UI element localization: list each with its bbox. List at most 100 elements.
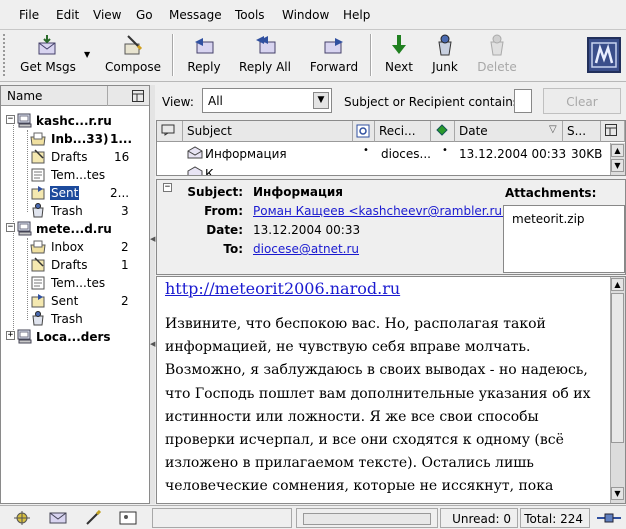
message-row[interactable]: Информация • dioces... • 13.12.2004 00:3…	[157, 144, 609, 162]
folder-count: 2...	[110, 186, 130, 200]
body-scrollbar[interactable]: ▲ ▼	[610, 277, 625, 503]
junk-icon	[438, 34, 452, 56]
clear-button[interactable]: Clear	[543, 88, 621, 114]
inbox-icon	[30, 132, 46, 146]
flag-column-header[interactable]	[431, 121, 455, 142]
folder-templates[interactable]: Tem...tes	[3, 166, 147, 184]
throbber-logo	[587, 37, 621, 73]
menu-help[interactable]: Help	[343, 8, 370, 22]
size-column-header[interactable]: S...	[563, 121, 601, 142]
view-label: View:	[162, 95, 194, 109]
junk-button[interactable]: Junk	[424, 32, 466, 78]
get-msgs-button[interactable]: Get Msgs	[14, 32, 82, 78]
compose-button[interactable]: Compose	[100, 32, 166, 78]
message-read-icon	[187, 166, 203, 175]
folder-name: Trash	[51, 312, 83, 326]
browser-icon[interactable]	[12, 510, 32, 526]
collapse-toggle-icon[interactable]: −	[6, 223, 15, 232]
date-label: Date:	[206, 223, 243, 237]
toolbar-separator	[370, 34, 372, 76]
templates-icon	[31, 276, 45, 290]
online-status-icon[interactable]	[596, 512, 622, 524]
column-picker-icon[interactable]	[132, 90, 144, 102]
menu-tools[interactable]: Tools	[235, 8, 265, 22]
menu-file[interactable]: File	[19, 8, 39, 22]
attachment-item[interactable]: meteorit.zip	[512, 212, 585, 226]
forward-button[interactable]: Forward	[305, 32, 363, 78]
scroll-up-icon[interactable]: ▲	[611, 144, 624, 157]
folder-trash[interactable]: Trash 3	[3, 202, 147, 220]
pane-splitter[interactable]: ◀ ◀	[150, 85, 155, 504]
folder-drafts[interactable]: Drafts 1	[3, 256, 147, 274]
collapse-toggle-icon[interactable]: −	[6, 115, 15, 124]
status-bar: Unread: 0 Total: 224	[0, 505, 626, 529]
menu-window[interactable]: Window	[282, 8, 329, 22]
from-value[interactable]: Роман Кащеев <kashcheevr@rambler.ru>	[253, 204, 512, 218]
folder-name: Drafts	[51, 258, 88, 272]
thread-column-header[interactable]	[157, 121, 183, 142]
folder-sent[interactable]: Sent 2...	[3, 184, 147, 202]
next-arrow-icon	[392, 35, 406, 54]
thread-scrollbar[interactable]: ▲ ▼	[610, 143, 625, 175]
next-button[interactable]: Next	[378, 32, 420, 78]
account-local-folders[interactable]: + Loca...ders	[3, 328, 147, 346]
scroll-thumb[interactable]	[611, 293, 624, 443]
reply-all-icon	[256, 36, 276, 54]
composer-icon[interactable]	[84, 510, 104, 526]
scroll-down-icon[interactable]: ▼	[611, 159, 624, 172]
scroll-up-icon[interactable]: ▲	[611, 278, 624, 291]
collapse-arrow-icon[interactable]: ◀	[150, 235, 155, 243]
folder-inbox[interactable]: Inbox 2	[3, 238, 147, 256]
menu-bar: File Edit View Go Message Tools Window H…	[0, 0, 626, 30]
view-select[interactable]: All ▼	[202, 88, 332, 113]
body-link[interactable]: http://meteorit2006.narod.ru	[165, 279, 400, 298]
menu-message[interactable]: Message	[169, 8, 222, 22]
account-meteorit[interactable]: − mete...d.ru	[3, 220, 147, 238]
local-folders-icon	[17, 329, 32, 344]
folder-count: 2	[121, 240, 129, 254]
reply-all-label: Reply All	[239, 60, 291, 74]
reply-button[interactable]: Reply	[180, 32, 228, 78]
chevron-down-icon[interactable]: ▼	[313, 92, 329, 109]
body-text: Извините, что беспокою вас. Но, располаг…	[165, 316, 591, 503]
menu-edit[interactable]: Edit	[56, 8, 79, 22]
folder-trash[interactable]: Trash	[3, 310, 147, 328]
account-kashcheev[interactable]: − kashc...r.ru	[3, 112, 147, 130]
message-row[interactable]: К...	[157, 164, 609, 175]
delete-button[interactable]: Delete	[474, 32, 520, 78]
recipient-column-header[interactable]: Reci...	[375, 121, 431, 142]
search-input[interactable]	[514, 89, 532, 113]
folder-templates[interactable]: Tem...tes	[3, 274, 147, 292]
progress-meter	[296, 508, 438, 528]
folder-drafts[interactable]: Drafts 16	[3, 148, 147, 166]
reply-all-button[interactable]: Reply All	[234, 32, 296, 78]
junk-label: Junk	[432, 60, 458, 74]
folder-inbox[interactable]: Inb...33) 1...	[3, 130, 147, 148]
menu-view[interactable]: View	[93, 8, 121, 22]
scroll-down-icon[interactable]: ▼	[611, 487, 624, 500]
next-label: Next	[385, 60, 413, 74]
get-msgs-dropdown-icon[interactable]: ▼	[84, 50, 90, 59]
date-column-header[interactable]: Date ▽	[455, 121, 563, 142]
collapse-arrow-icon[interactable]: ◀	[150, 340, 155, 348]
toolbar-grip[interactable]	[3, 34, 9, 76]
folder-name: Drafts	[51, 150, 88, 164]
address-book-icon[interactable]	[118, 510, 138, 526]
unread-count: Unread: 0	[440, 508, 518, 528]
folder-column-header[interactable]: Name	[1, 86, 149, 106]
read-dot-icon[interactable]: •	[363, 145, 369, 156]
to-value[interactable]: diocese@atnet.ru	[253, 242, 359, 256]
menu-go[interactable]: Go	[136, 8, 153, 22]
mail-icon[interactable]	[48, 510, 68, 526]
from-label: From:	[204, 204, 243, 218]
header-collapse-icon[interactable]: −	[163, 183, 172, 192]
subject-column-header[interactable]: Subject	[183, 121, 353, 142]
account-name: Loca...ders	[36, 330, 111, 344]
folder-sent[interactable]: Sent 2	[3, 292, 147, 310]
expand-toggle-icon[interactable]: +	[6, 331, 15, 340]
trash-icon	[490, 34, 504, 56]
column-picker[interactable]	[601, 121, 625, 142]
flag-dot-icon[interactable]: •	[442, 145, 448, 156]
read-column-header[interactable]	[353, 121, 375, 142]
recipient-header-label: Reci...	[379, 124, 416, 138]
